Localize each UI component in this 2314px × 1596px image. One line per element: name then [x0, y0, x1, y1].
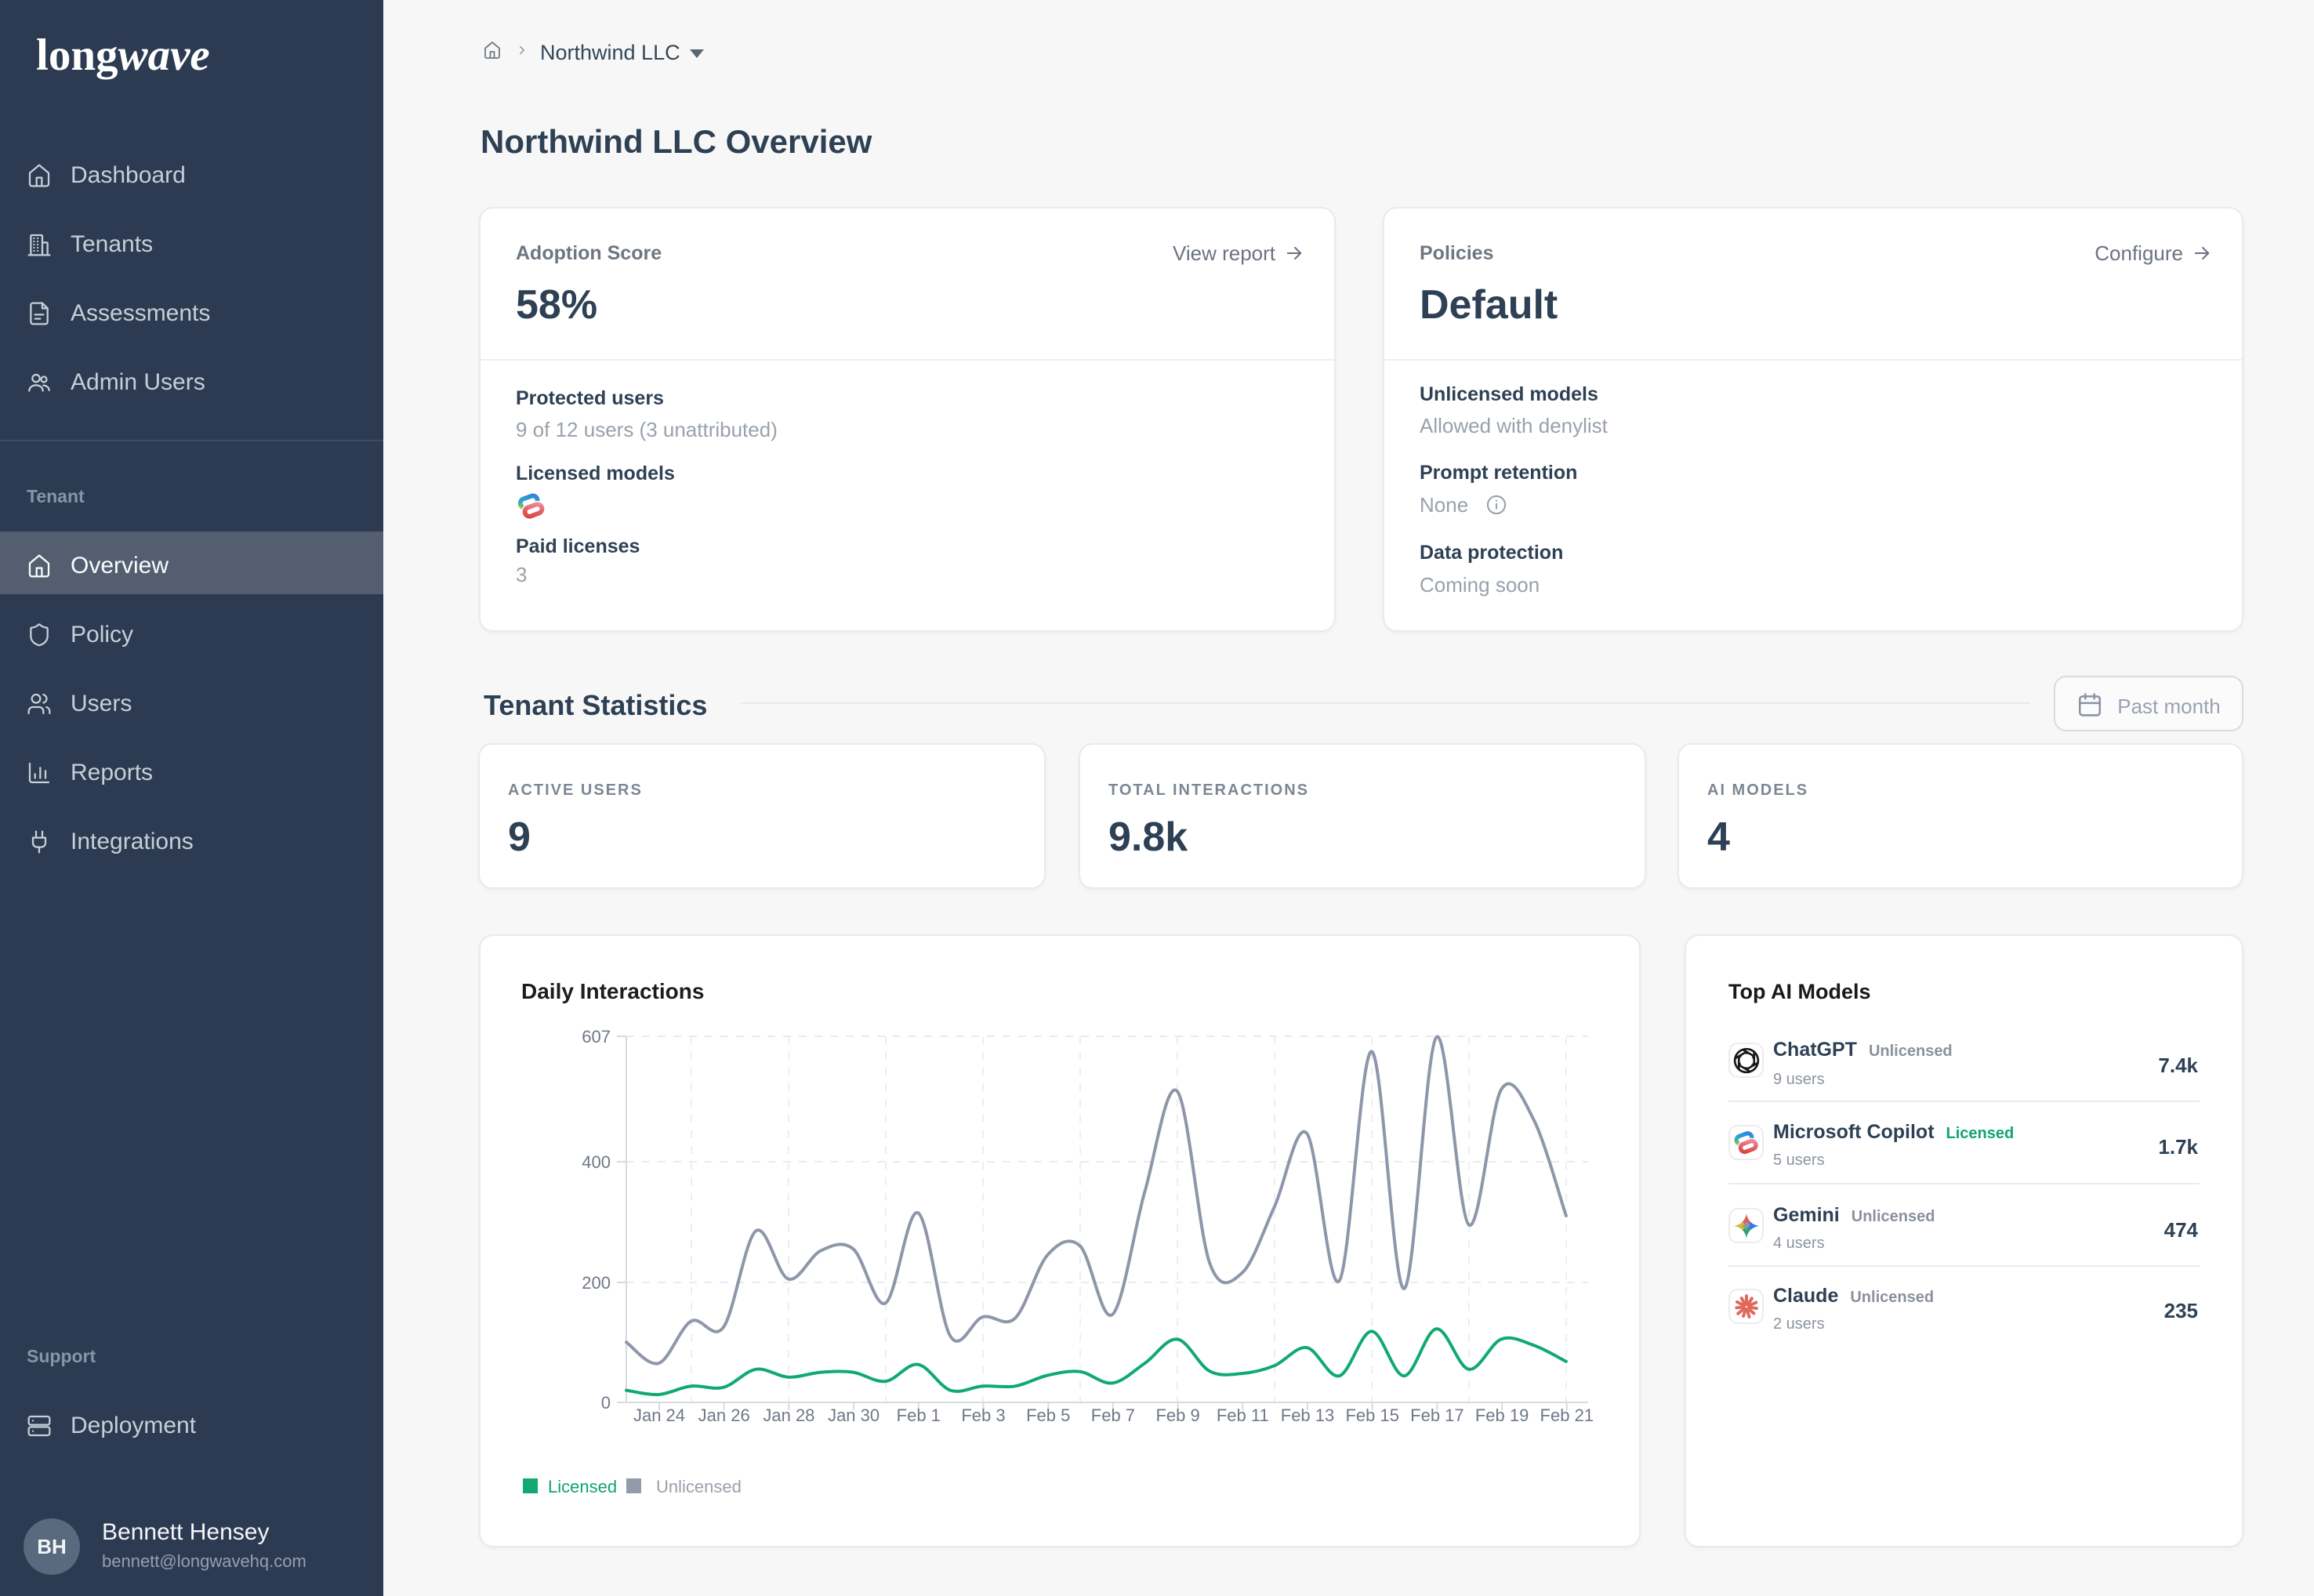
svg-text:400: 400 [582, 1152, 611, 1172]
svg-text:607: 607 [582, 1027, 611, 1046]
svg-text:Feb 5: Feb 5 [1026, 1406, 1070, 1425]
svg-text:Feb 7: Feb 7 [1091, 1406, 1135, 1425]
svg-text:Feb 3: Feb 3 [961, 1406, 1005, 1425]
svg-text:Unlicensed: Unlicensed [656, 1477, 742, 1496]
svg-text:Feb 13: Feb 13 [1281, 1406, 1335, 1425]
svg-text:Feb 1: Feb 1 [897, 1406, 941, 1425]
svg-text:Feb 21: Feb 21 [1540, 1406, 1594, 1425]
svg-text:Licensed: Licensed [548, 1477, 617, 1496]
svg-text:Jan 24: Jan 24 [633, 1406, 685, 1425]
svg-text:Feb 11: Feb 11 [1217, 1406, 1269, 1425]
svg-text:200: 200 [582, 1273, 611, 1293]
svg-text:Feb 19: Feb 19 [1475, 1406, 1529, 1425]
svg-text:0: 0 [601, 1393, 611, 1413]
svg-text:Jan 30: Jan 30 [828, 1406, 880, 1425]
svg-text:Feb 17: Feb 17 [1410, 1406, 1464, 1425]
svg-text:Feb 9: Feb 9 [1155, 1406, 1199, 1425]
svg-text:Jan 26: Jan 26 [698, 1406, 750, 1425]
svg-text:Jan 28: Jan 28 [763, 1406, 814, 1425]
svg-text:Feb 15: Feb 15 [1345, 1406, 1399, 1425]
